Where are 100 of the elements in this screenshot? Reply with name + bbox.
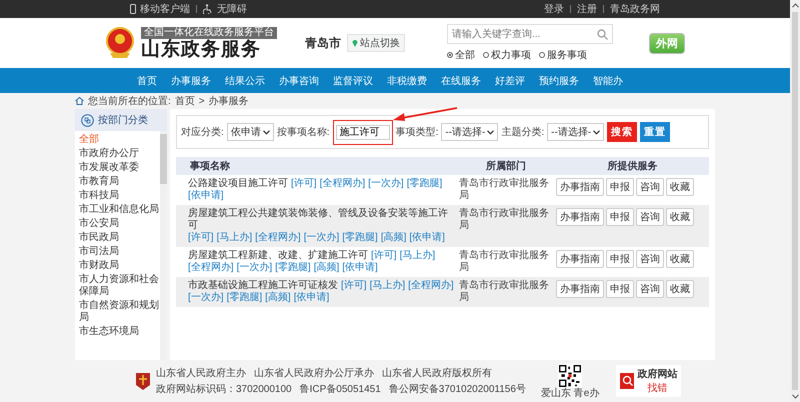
- tag-link[interactable]: [高频]: [380, 232, 406, 244]
- service-button[interactable]: 收藏: [666, 208, 694, 226]
- item-name-field[interactable]: 施工许可: [336, 124, 390, 140]
- filter-select[interactable]: 依申请: [226, 123, 274, 141]
- filter-select[interactable]: --请选择-: [547, 123, 604, 141]
- filter-label: 事项类型:: [396, 126, 438, 139]
- tag-link[interactable]: [一次办]: [236, 262, 272, 274]
- tag-link[interactable]: [依申请]: [294, 292, 330, 304]
- sidebar-item[interactable]: 全部: [79, 133, 160, 147]
- breadcrumb-link[interactable]: 办事服务: [208, 94, 249, 108]
- sidebar-title: 按部门分类: [98, 114, 148, 127]
- service-button[interactable]: 申报: [606, 208, 634, 226]
- footer-text: 鲁公网安备37010202001156号: [388, 382, 526, 396]
- nav-item[interactable]: 监督评议: [326, 74, 380, 88]
- phone-icon: [130, 4, 136, 14]
- scope-radio[interactable]: 全部: [447, 48, 475, 62]
- service-button[interactable]: 收藏: [666, 280, 694, 298]
- filter-button[interactable]: 重置: [640, 122, 670, 142]
- tag-link[interactable]: [全程网办]: [320, 178, 366, 190]
- top-link[interactable]: 登录: [544, 2, 564, 16]
- nav-item[interactable]: 智能办: [586, 74, 630, 88]
- tag-link[interactable]: [依申请]: [409, 232, 445, 244]
- top-link[interactable]: 注册: [577, 2, 597, 16]
- tag-link[interactable]: [许可]: [291, 178, 317, 190]
- service-button[interactable]: 办事指南: [556, 250, 604, 268]
- top-link[interactable]: 移动客户端: [140, 2, 190, 16]
- search-field[interactable]: 请输入关键字查询...: [447, 24, 613, 44]
- service-button[interactable]: 申报: [606, 178, 634, 196]
- tag-link[interactable]: [依申请]: [188, 190, 224, 202]
- tag-link[interactable]: [依申请]: [342, 262, 378, 274]
- sidebar-item[interactable]: 市生态环境局: [79, 325, 160, 339]
- tag-link[interactable]: [许可]: [188, 232, 214, 244]
- tag-link[interactable]: [马上办]: [216, 232, 252, 244]
- tag-link[interactable]: [许可]: [371, 250, 397, 262]
- tag-link[interactable]: [一次办]: [304, 232, 340, 244]
- search-icon: [597, 29, 608, 40]
- service-button[interactable]: 收藏: [666, 250, 694, 268]
- nav-item[interactable]: 预约服务: [532, 74, 586, 88]
- service-button[interactable]: 收藏: [666, 178, 694, 196]
- scrollbar[interactable]: [160, 131, 167, 360]
- filter-select[interactable]: --请选择-: [441, 123, 498, 141]
- sidebar-item[interactable]: 市公安局: [79, 217, 160, 231]
- item-name: 房屋建筑工程公共建筑装饰装修、管线及设备安装等施工许可: [188, 208, 449, 232]
- nav-item[interactable]: 首页: [130, 74, 164, 88]
- sidebar-item[interactable]: 市自然资源和规划局: [79, 299, 160, 325]
- service-button[interactable]: 办事指南: [556, 280, 604, 298]
- qr-code-icon: [558, 364, 582, 388]
- tag-link[interactable]: [全程网办]: [255, 232, 301, 244]
- sidebar-item[interactable]: 市工业和信息化局: [79, 203, 160, 217]
- service-button[interactable]: 咨询: [636, 178, 664, 196]
- service-button[interactable]: 申报: [606, 250, 634, 268]
- sidebar-item[interactable]: 市民政局: [79, 231, 160, 245]
- nav-item[interactable]: 好差评: [488, 74, 532, 88]
- service-button[interactable]: 咨询: [636, 250, 664, 268]
- scope-radio[interactable]: 服务事项: [539, 48, 587, 62]
- page-scrollbar[interactable]: [790, 0, 800, 402]
- service-button[interactable]: 咨询: [636, 208, 664, 226]
- tag-link[interactable]: [马上办]: [400, 250, 436, 262]
- top-link[interactable]: 无障碍: [217, 2, 247, 16]
- sidebar-item[interactable]: 市人力资源和社会保障局: [79, 273, 160, 299]
- scope-radio[interactable]: 权力事项: [483, 48, 531, 62]
- nav-item[interactable]: 办事服务: [164, 74, 218, 88]
- filter-button[interactable]: 搜索: [607, 122, 638, 142]
- tag-link[interactable]: [全程网办]: [408, 280, 454, 292]
- sidebar-item[interactable]: 市司法局: [79, 245, 160, 259]
- breadcrumb-link[interactable]: 首页: [174, 94, 195, 108]
- breadcrumb-label: 您当前所在的位置:: [88, 94, 171, 108]
- service-button[interactable]: 办事指南: [556, 178, 604, 196]
- sidebar-item[interactable]: 市教育局: [79, 175, 160, 189]
- footer-text: 山东省人民政府版权所有: [382, 366, 492, 380]
- service-button[interactable]: 咨询: [636, 280, 664, 298]
- tag-link[interactable]: [全程网办]: [188, 262, 234, 274]
- scroll-up-icon: [792, 3, 798, 8]
- tag-link[interactable]: [一次办]: [188, 292, 224, 304]
- tag-link[interactable]: [高频]: [265, 292, 291, 304]
- tag-link[interactable]: [零跑腿]: [342, 232, 378, 244]
- error-report-badge[interactable]: 政府网站 找错: [616, 365, 682, 397]
- top-link[interactable]: 青岛政务网: [610, 2, 660, 16]
- filter-label: 对应分类:: [181, 126, 224, 139]
- sidebar-item[interactable]: 市财政局: [79, 259, 160, 273]
- service-button[interactable]: 申报: [606, 280, 634, 298]
- nav-item[interactable]: 非税缴费: [380, 74, 434, 88]
- tag-link[interactable]: [高频]: [314, 262, 340, 274]
- tag-link[interactable]: [零跑腿]: [226, 292, 262, 304]
- tag-link[interactable]: [零跑腿]: [406, 178, 442, 190]
- tag-link[interactable]: [许可]: [341, 280, 367, 292]
- tag-link[interactable]: [一次办]: [368, 178, 404, 190]
- nav-item[interactable]: 在线服务: [434, 74, 488, 88]
- sidebar-item[interactable]: 市发展改革委: [79, 161, 160, 175]
- sidebar-item[interactable]: 市政府办公厅: [79, 147, 160, 161]
- scroll-down-icon: [792, 394, 798, 399]
- switch-site-button[interactable]: 站点切换: [347, 34, 405, 52]
- sidebar-item[interactable]: 市科技局: [79, 189, 160, 203]
- nav-item[interactable]: 办事咨询: [272, 74, 326, 88]
- department-cell-text: 青岛市行政审批服务局: [458, 250, 550, 274]
- filter-label: 按事项名称:: [276, 126, 330, 139]
- tag-link[interactable]: [零跑腿]: [275, 262, 311, 274]
- tag-link[interactable]: [马上办]: [370, 280, 406, 292]
- service-button[interactable]: 办事指南: [556, 208, 604, 226]
- nav-item[interactable]: 结果公示: [218, 74, 272, 88]
